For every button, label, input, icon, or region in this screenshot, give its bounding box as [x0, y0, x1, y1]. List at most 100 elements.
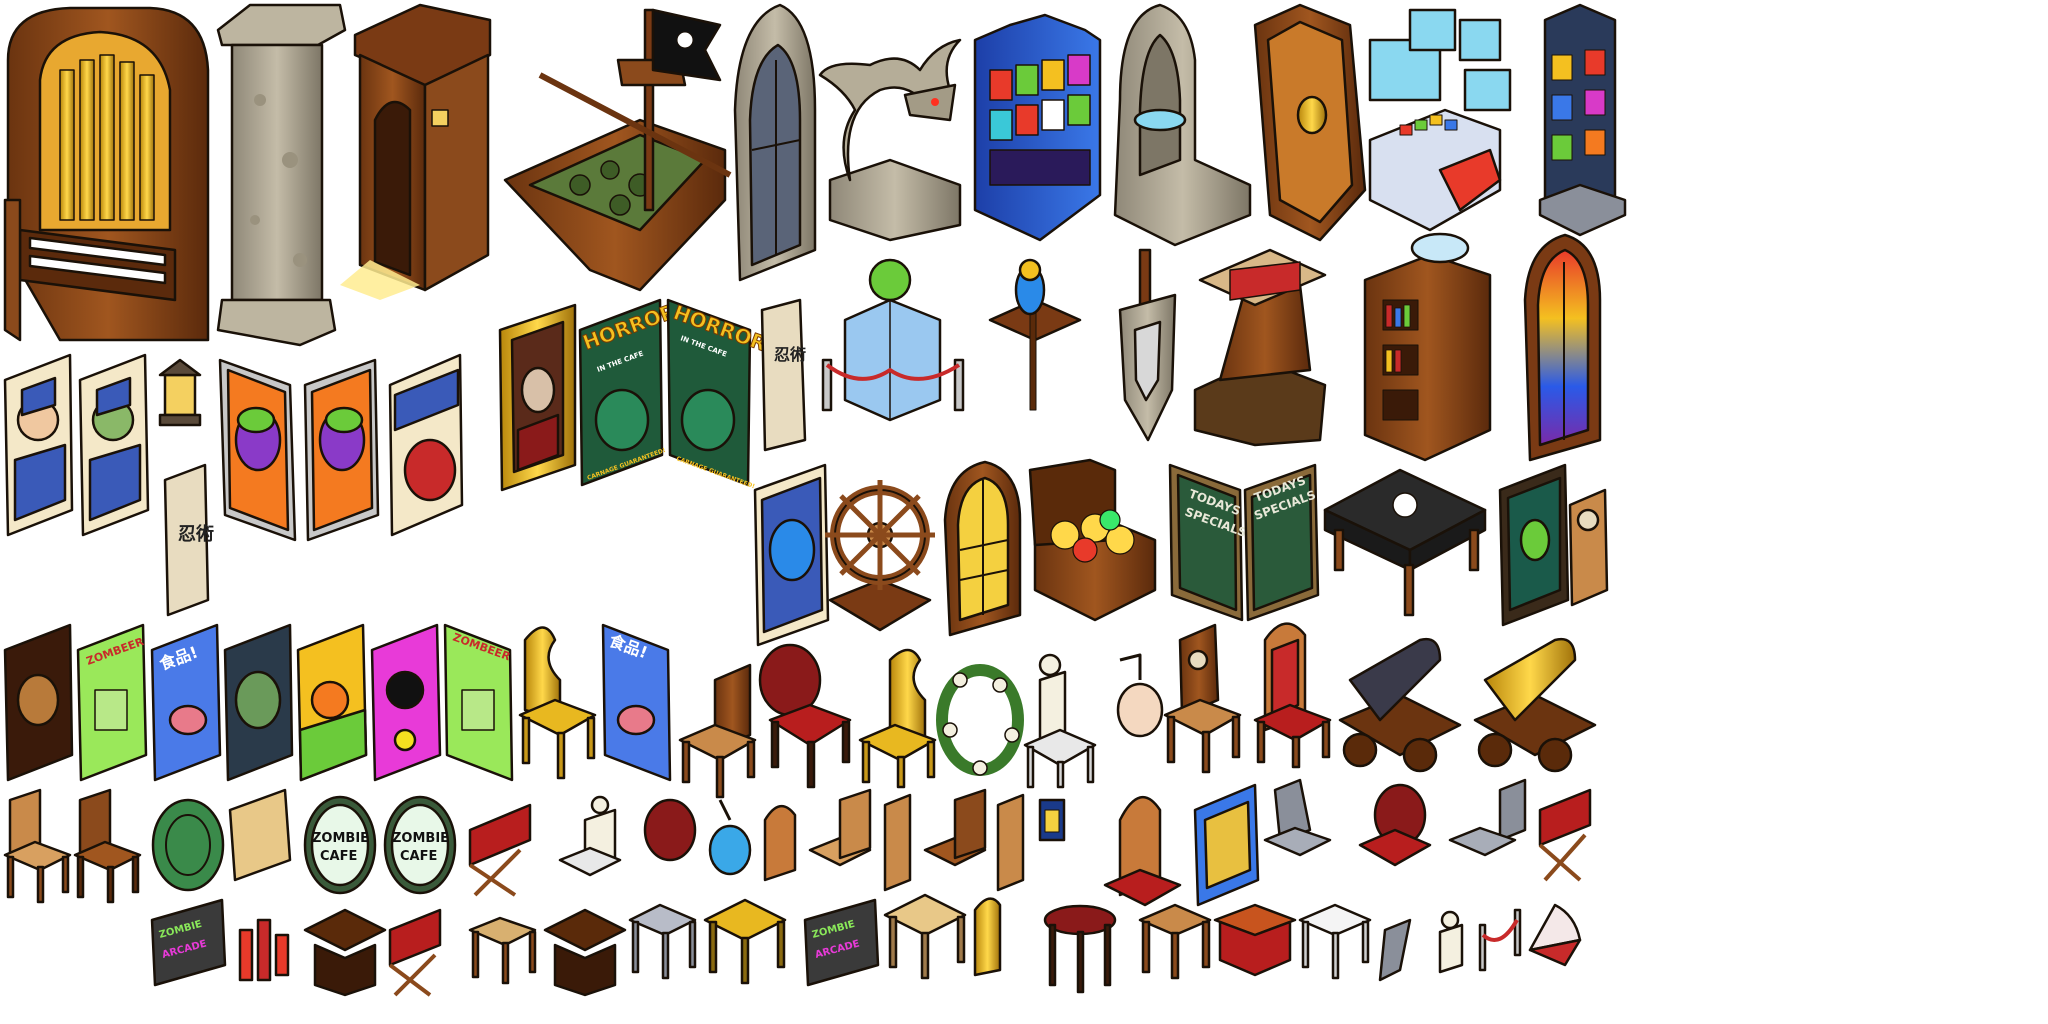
- scroll2-kanji: 忍術: [774, 345, 806, 364]
- wood-chair-1-item[interactable]: [678, 663, 757, 799]
- skull-wreath-item[interactable]: [936, 664, 1024, 776]
- zombie-arcade-sign-left-item[interactable]: ZOMBIE ARCADE: [150, 898, 227, 987]
- director-chair-2-item[interactable]: [1538, 788, 1592, 882]
- director-chair-3-item[interactable]: [388, 908, 442, 997]
- arched-window-item[interactable]: [943, 460, 1022, 637]
- ice-display-item[interactable]: [821, 258, 965, 422]
- tree-lectern-item[interactable]: [1193, 248, 1327, 447]
- velvet-rocker-item[interactable]: [643, 798, 697, 862]
- hanging-lamp-item[interactable]: [1116, 653, 1164, 738]
- menu-board-right-item[interactable]: TODAYS SPECIALS: [1243, 463, 1320, 622]
- wood-chair-row-item[interactable]: [808, 788, 1025, 892]
- treasure-chest-item[interactable]: [1028, 458, 1157, 622]
- skeleton-small-item[interactable]: [1438, 910, 1464, 974]
- candles-item[interactable]: [238, 918, 290, 982]
- wood-stool-item[interactable]: [468, 916, 537, 985]
- scifi-console-item[interactable]: [1368, 8, 1512, 232]
- paper-fan-item[interactable]: [1528, 903, 1582, 967]
- zombie-arcade-poster-left-item[interactable]: [218, 358, 297, 542]
- uncle-sam-poster-item[interactable]: [3, 353, 74, 537]
- light-wood-table-item[interactable]: [883, 893, 967, 980]
- arcade-game-shelf-item[interactable]: [973, 13, 1102, 242]
- zombie-face-poster-item[interactable]: [223, 623, 294, 782]
- bookcase-item[interactable]: [1363, 232, 1492, 462]
- skeleton-chair-item[interactable]: [1023, 653, 1097, 789]
- wood-table-3-item[interactable]: [1138, 903, 1212, 980]
- sunrise-poster-item[interactable]: [296, 623, 368, 782]
- red-throne-item[interactable]: [1253, 622, 1332, 769]
- velvet-chair-item[interactable]: [758, 643, 852, 789]
- zombie-arcade-sign-right-item[interactable]: ZOMBIE ARCADE: [803, 898, 880, 987]
- zombie-cafe-sign-right-item[interactable]: ZOMBIE CAFE: [383, 795, 457, 895]
- horror-poster-right-item[interactable]: HORROR IN THE CAFE CARNAGE GUARANTEED!: [666, 298, 770, 490]
- wood-chair-3-item[interactable]: [73, 788, 142, 904]
- dragon-poster-item[interactable]: [388, 353, 464, 537]
- food-poster-right-item[interactable]: 食品!: [601, 623, 672, 782]
- comic-rack-item[interactable]: [1538, 3, 1627, 237]
- gold-table-item[interactable]: [703, 898, 787, 985]
- cafe-sign-line1-right: ZOMBIE: [392, 831, 449, 846]
- ninja-scroll-item[interactable]: 忍術: [163, 463, 214, 617]
- velvet-chair-2-item[interactable]: [1358, 783, 1432, 867]
- wood-table-2-item[interactable]: [543, 908, 627, 997]
- vampire-portrait-item[interactable]: [498, 303, 577, 492]
- peace-poster-item[interactable]: [370, 623, 442, 782]
- cthulhu-portrait-item[interactable]: [1498, 463, 1570, 627]
- stone-throne-item[interactable]: [1113, 3, 1252, 247]
- steel-table-item[interactable]: [628, 903, 697, 980]
- wall-lantern-item[interactable]: [158, 358, 202, 427]
- wood-chair-2-item[interactable]: [3, 788, 72, 904]
- velvet-stool-item[interactable]: [1043, 904, 1117, 994]
- skeleton-chair-2-item[interactable]: [558, 795, 622, 877]
- wolf-poster-item[interactable]: [753, 463, 830, 647]
- gold-dollar-chair-2-item[interactable]: [858, 648, 937, 789]
- iron-cannon-item[interactable]: [1338, 637, 1462, 773]
- throne-medium-item[interactable]: [1103, 795, 1182, 907]
- zombie-sam-poster-item[interactable]: [78, 353, 150, 537]
- pipe-organ-item[interactable]: [3, 6, 210, 342]
- gargoyle-statue-item[interactable]: [818, 38, 962, 242]
- cafe-sign-line2-right: CAFE: [400, 849, 437, 864]
- zombeer-poster-right-item[interactable]: ZOMBEER: [443, 623, 514, 782]
- food-poster-left-item[interactable]: 食品!: [150, 623, 222, 782]
- cowboy-zombie-poster-item[interactable]: [3, 623, 74, 782]
- gold-dollar-chair-item[interactable]: [518, 626, 597, 780]
- street-lamp-item[interactable]: [1038, 798, 1066, 842]
- gold-cannon-item[interactable]: [1473, 637, 1597, 773]
- cafe-sign-line2-left: CAFE: [320, 849, 357, 864]
- steel-chair-2-item[interactable]: [1448, 778, 1527, 857]
- gothic-window-item[interactable]: [733, 3, 817, 282]
- wooden-booth-item[interactable]: [340, 3, 492, 300]
- ninja-scroll-2-item[interactable]: 忍術: [760, 298, 807, 452]
- director-chair-1-item[interactable]: [468, 803, 532, 897]
- knight-shield-item[interactable]: [1118, 248, 1177, 442]
- blue-lantern-item[interactable]: [708, 799, 752, 876]
- skull-frame-item[interactable]: [1568, 488, 1609, 607]
- dollar-stool-item[interactable]: [973, 897, 1002, 977]
- red-table-item[interactable]: [1213, 903, 1297, 977]
- velvet-rope-item[interactable]: [1478, 908, 1522, 972]
- pirate-table-item[interactable]: [1323, 468, 1487, 617]
- aztec-disk-item[interactable]: [151, 798, 225, 892]
- treasure-map-item[interactable]: [228, 788, 292, 882]
- white-table-item[interactable]: [1298, 903, 1372, 980]
- comic-display-item[interactable]: [1193, 783, 1260, 907]
- steel-chair-1-item[interactable]: [1263, 778, 1332, 857]
- stained-glass-item[interactable]: [1523, 233, 1602, 462]
- pirate-ship-item[interactable]: [503, 8, 732, 292]
- ship-wheel-item[interactable]: [825, 480, 935, 632]
- stone-pillar-item[interactable]: [216, 3, 347, 347]
- steel-chair-3-item[interactable]: [1378, 918, 1412, 982]
- zombeer-poster-left-item[interactable]: ZOMBEER: [76, 623, 148, 782]
- parrot-perch-item[interactable]: [988, 258, 1082, 411]
- horror-poster-left-item[interactable]: HORROR IN THE CAFE CARNAGE GUARANTEED!: [578, 298, 679, 487]
- throne-small-item[interactable]: [763, 805, 797, 882]
- coffin-item[interactable]: [1253, 3, 1367, 242]
- wood-table-1-item[interactable]: [303, 908, 387, 997]
- cafe-sign-line1-left: ZOMBIE: [312, 831, 369, 846]
- menu-board-left-item[interactable]: TODAYS SPECIALS: [1168, 463, 1248, 622]
- sprite-sheet: 忍術 HORROR IN THE CAFE CARNAGE GUARANTEED…: [3, 3, 1627, 997]
- zombie-arcade-poster-right-item[interactable]: [303, 358, 380, 542]
- skull-chair-item[interactable]: [1163, 623, 1242, 774]
- zombie-cafe-sign-left-item[interactable]: ZOMBIE CAFE: [303, 795, 377, 895]
